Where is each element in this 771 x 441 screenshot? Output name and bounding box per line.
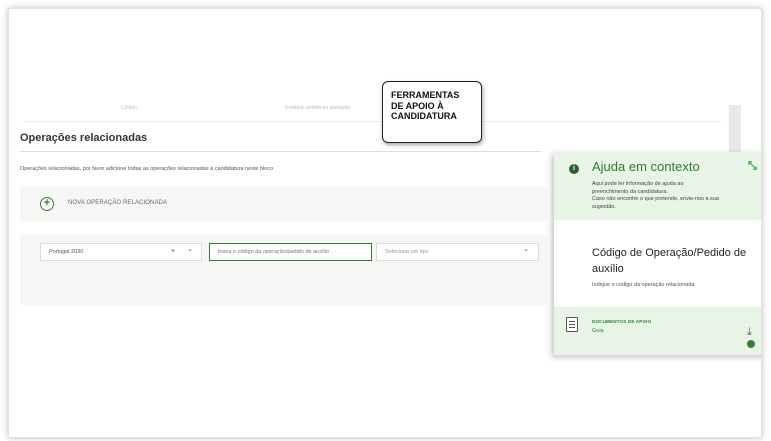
help-field-description: Indique o código da operação relacionada: [592, 282, 695, 288]
guide-link[interactable]: Guia: [592, 328, 604, 334]
add-operation-button[interactable]: NOVA OPERAÇÃO RELACIONADA: [68, 200, 167, 206]
program-select[interactable]: Portugal 2030 × ⌄: [40, 243, 202, 261]
help-text-line: sugestão.: [592, 203, 616, 210]
help-text-line: Caso não encontre o que pretende, envie-…: [592, 196, 719, 202]
collapse-icon[interactable]: ⤡: [748, 160, 757, 173]
download-icon[interactable]: ⤓: [747, 326, 752, 339]
plus-circle-icon[interactable]: +: [40, 197, 54, 211]
program-select-value: Portugal 2030: [49, 249, 84, 255]
help-field-title: Código de Operação/Pedido de auxílio: [592, 247, 747, 275]
help-text: Aqui pode ler informação de ajuda ao pre…: [592, 181, 760, 211]
section-title: Operações relacionadas: [20, 132, 148, 144]
application-window: Código Entidade pedido da operação Opera…: [8, 8, 762, 438]
chevron-down-icon[interactable]: ⌄: [187, 244, 193, 256]
side-indicator-icon: [747, 340, 755, 348]
help-panel: i Ajuda em contexto ⤡ Aqui pode ler info…: [554, 152, 761, 355]
type-select-placeholder: Selecione um tipo: [385, 249, 429, 255]
type-select[interactable]: Selecione um tipo ⌄: [376, 243, 539, 261]
section-description: Operações relacionadas, por favor adicio…: [20, 166, 274, 172]
help-header: i Ajuda em contexto ⤡ Aqui pode ler info…: [554, 152, 761, 220]
document-icon: [566, 317, 578, 332]
divider: [23, 121, 721, 122]
background-row-label: Código: [121, 105, 137, 111]
support-tools-callout: FERRAMENTAS DE APOIO À CANDIDATURA: [382, 81, 482, 143]
callout-line: DE APOIO À: [391, 100, 444, 111]
help-text-line: Aqui pode ler informação de ajuda ao: [592, 181, 684, 187]
help-text-line: preenchimento da candidatura.: [592, 188, 668, 195]
docs-label: DOCUMENTOS DE APOIO: [592, 319, 652, 324]
support-documents: DOCUMENTOS DE APOIO Guia ⤓: [554, 307, 761, 355]
info-icon: i: [569, 164, 579, 174]
callout-line: CANDIDATURA: [391, 111, 457, 121]
divider: [20, 151, 541, 152]
operation-code-input[interactable]: Insira o código da operação/pedido de au…: [209, 243, 372, 261]
background-row-label: Entidade pedido da operação: [285, 105, 351, 111]
help-title: Ajuda em contexto: [592, 159, 700, 174]
clear-icon[interactable]: ×: [171, 246, 175, 258]
callout-line: FERRAMENTAS: [391, 90, 460, 100]
chevron-down-icon[interactable]: ⌄: [523, 244, 529, 256]
